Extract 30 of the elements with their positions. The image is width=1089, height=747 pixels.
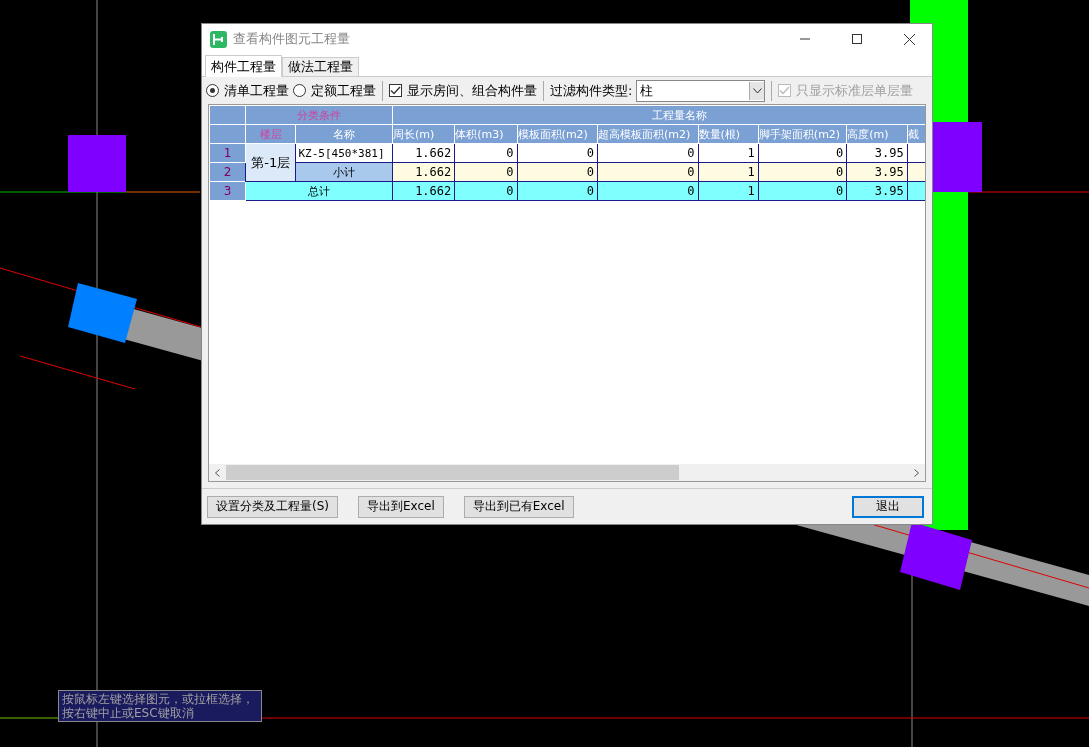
maximize-icon [852,34,862,44]
dialog-button[interactable]: 导出到Excel [358,495,444,518]
app-logo-icon [210,30,227,48]
column-group-header: 工程量名称 [392,105,925,125]
dialog-button[interactable]: 设置分类及工程量(S) [207,495,338,518]
tab[interactable]: 构件工程量 [205,55,282,77]
chevron-left-icon [215,468,220,477]
checkbox[interactable] [389,84,402,97]
status-hint: 按鼠标左键选择图元，或拉框选择，按右键中止或ESC键取消 [58,690,262,722]
chevron-down-icon [752,87,762,94]
dialog-button[interactable]: 导出到已有Excel [463,495,574,518]
row-number: 3 [209,181,246,201]
checkbox-label: 只显示标准层单层量 [796,81,914,100]
radio-button[interactable] [293,84,306,97]
checkbox-label: 显示房间、组合构件量 [407,81,537,100]
column-group-header: 分类条件 [245,105,393,125]
row-number: 1 [209,143,246,163]
radio-button[interactable] [206,84,219,97]
floor-cell: 第-1层 [245,143,296,182]
window-title: 查看构件图元工程量 [233,30,351,48]
horizontal-scrollbar[interactable] [209,464,925,481]
radio-label: 清单工程量 [224,81,289,100]
type-dropdown[interactable]: 柱 [636,79,766,102]
chevron-right-icon [914,468,919,477]
radio-label: 定额工程量 [311,81,376,100]
row-number: 2 [209,162,246,182]
filter-label: 过滤构件类型: [550,81,633,100]
close-icon [903,33,915,45]
tab[interactable]: 做法工程量 [282,57,359,76]
dialog-button[interactable]: 退出 [852,495,924,518]
